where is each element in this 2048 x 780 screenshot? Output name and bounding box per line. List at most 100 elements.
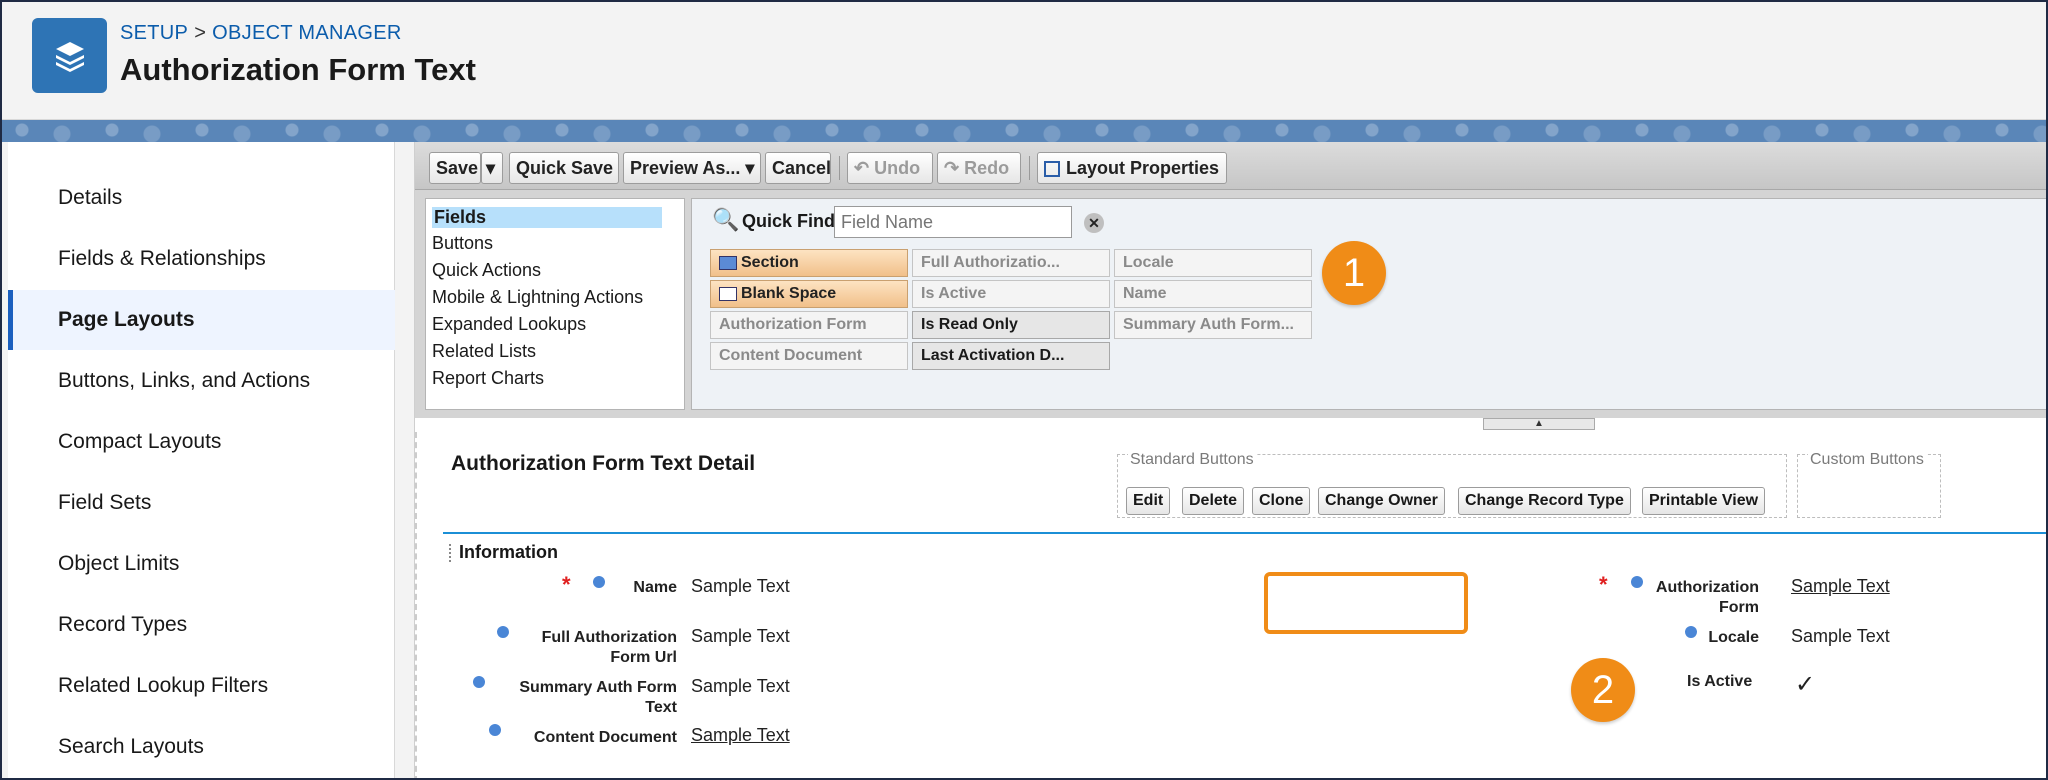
field-label-is-active: Is Active [1687, 673, 1753, 690]
clone-button[interactable]: Clone [1252, 487, 1311, 515]
palette-field-blank-space[interactable]: Blank Space [710, 280, 908, 308]
field-info-icon [497, 626, 509, 638]
required-marker: * [1599, 572, 1608, 597]
highlight-box [1264, 572, 1468, 634]
field-value-locale[interactable]: Sample Text [1791, 626, 1890, 647]
category-fields[interactable]: Fields [432, 207, 662, 228]
drag-handle-icon[interactable] [449, 544, 453, 562]
header-banner [2, 120, 2046, 142]
sidebar-item-record-types[interactable]: Record Types [8, 595, 395, 655]
change-owner-button[interactable]: Change Owner [1318, 487, 1445, 515]
layers-icon [32, 18, 107, 93]
redo-icon: ↷ [944, 158, 960, 178]
change-record-type-button[interactable]: Change Record Type [1458, 487, 1631, 515]
sidebar-item-page-layouts[interactable]: Page Layouts [8, 290, 395, 350]
preview-as-button[interactable]: Preview As... ▾ [623, 152, 761, 184]
custom-buttons-group: Custom Buttons [1797, 451, 1941, 518]
palette-field-label: Blank Space [741, 285, 837, 302]
palette-fields: 🔍 Quick Find ✕ Section Full Authorizatio… [691, 198, 2046, 410]
quick-save-button[interactable]: Quick Save [509, 152, 619, 184]
printable-view-button[interactable]: Printable View [1642, 487, 1766, 515]
field-label-full-authorization-form-url: Full Authorization Form Url [541, 629, 677, 666]
category-mobile-lightning-actions[interactable]: Mobile & Lightning Actions [432, 287, 643, 308]
section-title[interactable]: Information [459, 542, 558, 563]
layout-properties-button[interactable]: Layout Properties [1037, 152, 1227, 184]
sidebar-item-buttons-links-actions[interactable]: Buttons, Links, and Actions [8, 351, 395, 411]
detail-title: Authorization Form Text Detail [451, 452, 756, 475]
field-info-icon [473, 676, 485, 688]
delete-button[interactable]: Delete [1182, 487, 1245, 515]
required-marker: * [562, 572, 571, 597]
app-window: SETUP > OBJECT MANAGER Authorization Form … [0, 0, 2048, 780]
category-quick-actions[interactable]: Quick Actions [432, 260, 541, 281]
field-label-summary-auth-form-text: Summary Auth Form Text [519, 679, 677, 716]
callout-2: 2 [1571, 658, 1635, 722]
standard-buttons-group: Standard Buttons Edit Delete Clone Chang… [1117, 451, 1787, 518]
category-related-lists[interactable]: Related Lists [432, 341, 536, 362]
undo-icon: ↶ [854, 158, 870, 178]
category-buttons[interactable]: Buttons [432, 233, 493, 254]
caret-down-icon: ▾ [745, 158, 755, 178]
checkmark-icon[interactable]: ✓ [1795, 670, 1815, 699]
preview-as-label: Preview As... [630, 158, 741, 178]
sidebar-item-object-limits[interactable]: Object Limits [8, 534, 395, 594]
quick-find-input[interactable] [834, 206, 1072, 238]
category-report-charts[interactable]: Report Charts [432, 368, 544, 389]
field-value-content-document[interactable]: Sample Text [691, 725, 790, 746]
breadcrumb-separator: > [194, 22, 207, 44]
field-value-full-authorization-form-url[interactable]: Sample Text [691, 626, 790, 647]
collapse-palette-handle[interactable]: ▲ [1483, 418, 1595, 430]
layout-editor: Save ▾ Quick Save Preview As... ▾ Cancel… [414, 142, 2046, 778]
save-dropdown-button[interactable]: ▾ [481, 152, 503, 184]
custom-buttons-label: Custom Buttons [1808, 451, 1926, 469]
palette-field-section[interactable]: Section [710, 249, 908, 277]
category-expanded-lookups[interactable]: Expanded Lookups [432, 314, 586, 335]
field-value-authorization-form[interactable]: Sample Text [1791, 576, 1890, 597]
field-info-icon [1685, 626, 1697, 638]
palette-field-is-read-only[interactable]: Is Read Only [912, 311, 1110, 339]
palette-field-is-active[interactable]: Is Active [912, 280, 1110, 308]
field-label-content-document: Content Document [533, 729, 677, 746]
properties-icon [1044, 161, 1060, 178]
editor-toolbar: Save ▾ Quick Save Preview As... ▾ Cancel… [415, 142, 2046, 190]
field-info-icon [1631, 576, 1643, 588]
palette-field-summary-auth-form[interactable]: Summary Auth Form... [1114, 311, 1312, 339]
breadcrumb-setup[interactable]: SETUP [120, 22, 188, 44]
toolbar-divider [1029, 156, 1030, 180]
quick-find-label: Quick Find [742, 211, 836, 231]
breadcrumb-object-manager[interactable]: OBJECT MANAGER [212, 22, 401, 44]
layout-detail: Authorization Form Text Detail Standard … [415, 432, 2046, 778]
clear-icon[interactable]: ✕ [1084, 213, 1104, 233]
field-value-name[interactable]: Sample Text [691, 576, 790, 597]
palette: Fields Buttons Quick Actions Mobile & Li… [415, 190, 2046, 418]
palette-field-content-document[interactable]: Content Document [710, 342, 908, 370]
sidebar-item-search-layouts[interactable]: Search Layouts [8, 717, 395, 777]
field-value-summary-auth-form-text[interactable]: Sample Text [691, 676, 790, 697]
sidebar-item-compact-layouts[interactable]: Compact Layouts [8, 412, 395, 472]
sidebar-item-field-sets[interactable]: Field Sets [8, 473, 395, 533]
sidebar-item-fields-relationships[interactable]: Fields & Relationships [8, 229, 395, 289]
palette-field-locale[interactable]: Locale [1114, 249, 1312, 277]
section-icon [719, 255, 737, 270]
field-info-icon [593, 576, 605, 588]
palette-field-authorization-form[interactable]: Authorization Form [710, 311, 908, 339]
sidebar-item-related-lookup-filters[interactable]: Related Lookup Filters [8, 656, 395, 716]
palette-field-last-activation[interactable]: Last Activation D... [912, 342, 1110, 370]
toolbar-divider [839, 156, 840, 180]
field-info-icon [489, 724, 501, 736]
undo-label: Undo [874, 158, 921, 178]
redo-label: Redo [964, 158, 1010, 178]
callout-1: 1 [1322, 241, 1386, 305]
sidebar: Details Fields & Relationships Page Layo… [8, 142, 395, 778]
cancel-button[interactable]: Cancel [765, 152, 831, 184]
undo-button[interactable]: ↶ Undo [847, 152, 933, 184]
caret-down-icon: ▾ [486, 158, 496, 178]
palette-field-full-authorization[interactable]: Full Authorizatio... [912, 249, 1110, 277]
edit-button[interactable]: Edit [1126, 487, 1171, 515]
save-button[interactable]: Save [429, 152, 481, 184]
palette-field-name[interactable]: Name [1114, 280, 1312, 308]
section-divider [443, 532, 2046, 534]
sidebar-item-details[interactable]: Details [8, 168, 395, 228]
redo-button[interactable]: ↷ Redo [937, 152, 1021, 184]
breadcrumb: SETUP > OBJECT MANAGER [120, 22, 402, 45]
